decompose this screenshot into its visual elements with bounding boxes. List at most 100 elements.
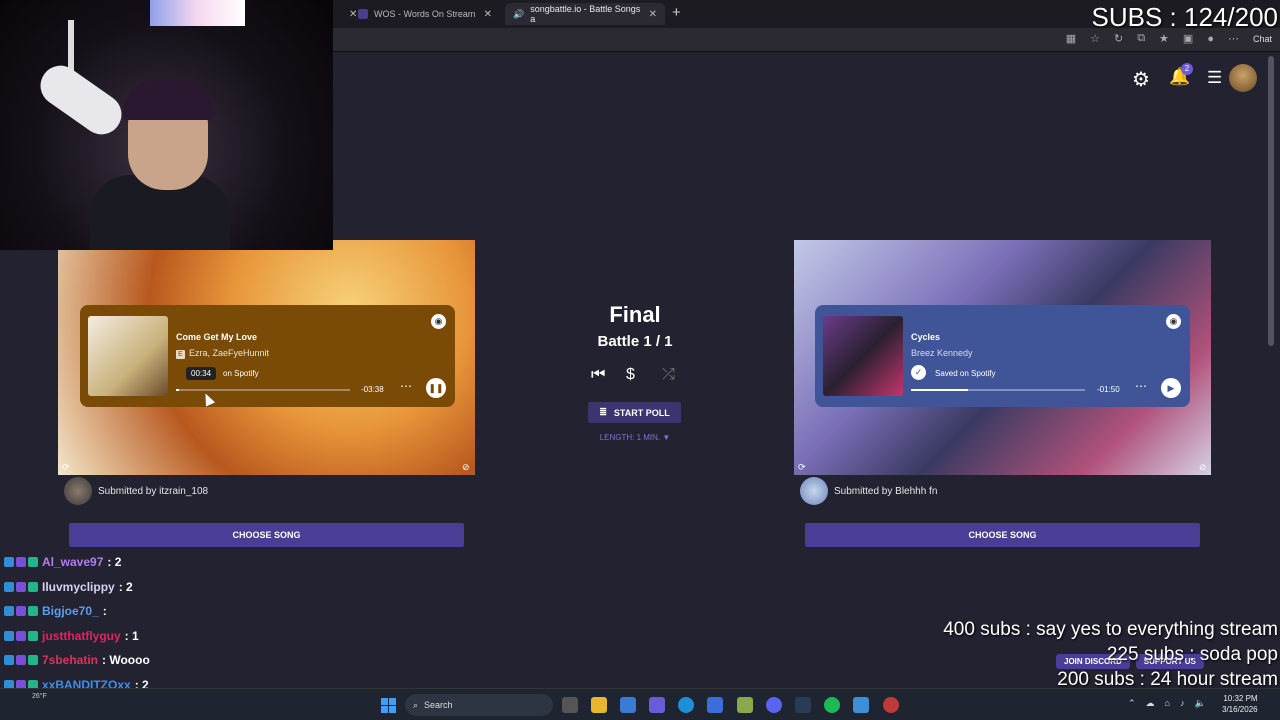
badge-icon (28, 655, 38, 666)
left-spotify-player: Come Get My Love E Ezra, ZaeFyeHunnit on … (80, 305, 455, 407)
right-submitted-by: Submitted by Blehhh fn (800, 477, 937, 505)
taskbar-search[interactable]: ⌕ Search (405, 694, 553, 716)
tab-wos[interactable]: WOS - Words On Stream ✕ (350, 3, 500, 25)
windows-start-icon[interactable] (381, 698, 396, 713)
badge-icon (4, 581, 14, 592)
copilot-icon[interactable] (620, 697, 636, 713)
more-icon[interactable]: ⋯ (1228, 32, 1239, 45)
steam-icon[interactable] (795, 697, 811, 713)
left-hide-icon[interactable]: ⊘ (462, 462, 470, 473)
app-icon[interactable] (737, 697, 753, 713)
right-progress-fill (911, 389, 969, 391)
reader-icon[interactable]: ▦ (1066, 32, 1076, 45)
chat-username[interactable]: Bigjoe70_ (42, 604, 99, 618)
poll-list-icon: ≣ (599, 407, 607, 417)
badge-icon (28, 557, 38, 568)
badge-icon (16, 557, 26, 568)
teams-icon[interactable] (649, 697, 665, 713)
explicit-badge: E (176, 350, 185, 359)
edge-icon[interactable] (678, 697, 694, 713)
weather-widget[interactable]: 26°F (32, 693, 47, 700)
network-icon[interactable]: ⌂ (1165, 698, 1170, 709)
chat-username[interactable]: 7sbehatin (42, 653, 98, 667)
favorites-icon[interactable]: ★ (1159, 32, 1169, 45)
obs-icon[interactable] (883, 697, 899, 713)
volume-icon[interactable]: 🔈 (1194, 698, 1205, 709)
task-view-icon[interactable] (562, 697, 578, 713)
spotify-logo-icon[interactable]: ◉ (1166, 314, 1181, 329)
chevron-up-icon[interactable]: ⌃ (1128, 698, 1136, 709)
new-tab-icon[interactable]: + (672, 4, 681, 21)
badge-icon (4, 630, 14, 641)
shuffle-icon[interactable]: ⤮ (662, 366, 675, 384)
page-scrollbar[interactable] (1268, 56, 1274, 346)
tab-label: songbattle.io - Battle Songs a (530, 4, 641, 24)
user-avatar[interactable] (1229, 64, 1257, 92)
left-song-title[interactable]: Come Get My Love (176, 332, 257, 342)
chat-message: Al_wave97 : 2 (4, 550, 150, 575)
previous-battle-icon[interactable]: ⏮ (591, 366, 605, 384)
right-more-options-icon[interactable]: ⋯ (1135, 379, 1147, 393)
left-submitted-by: Submitted by itzrain_108 (64, 477, 208, 505)
spotify-taskbar-icon[interactable] (824, 697, 840, 713)
close-tab-icon[interactable]: ✕ (484, 9, 492, 20)
sub-goal: 400 subs : say yes to everything stream (943, 619, 1278, 640)
badge-icon (4, 557, 14, 568)
discord-icon[interactable] (766, 697, 782, 713)
right-play-button[interactable]: ▶ (1161, 378, 1181, 398)
right-progress-track[interactable] (911, 389, 1085, 391)
spotify-logo-icon[interactable]: ◉ (431, 314, 446, 329)
right-choose-song-button[interactable]: CHOOSE SONG (805, 523, 1200, 547)
refresh-icon[interactable]: ↻ (1114, 32, 1123, 45)
badge-icon (28, 606, 38, 617)
notification-count-badge: 2 (1181, 63, 1193, 75)
onedrive-icon[interactable]: ☁ (1146, 698, 1155, 709)
left-refresh-icon[interactable]: ⟳ (62, 462, 70, 473)
battle-stage-title: Final (609, 302, 661, 327)
left-choose-song-button[interactable]: CHOOSE SONG (69, 523, 464, 547)
poll-length-select[interactable]: LENGTH: 1 MIN. ▼ (560, 433, 710, 442)
chat-text: : 2 (107, 555, 122, 570)
tab-songbattle[interactable]: 🔊 songbattle.io - Battle Songs a ✕ (505, 3, 665, 25)
right-song-title[interactable]: Cycles (911, 332, 940, 342)
left-progress-fill (176, 389, 180, 391)
right-song-artist[interactable]: Breez Kennedy (911, 348, 973, 358)
settings-gear-icon[interactable]: ⚙ (1132, 67, 1150, 92)
left-pause-button[interactable]: ❚❚ (426, 378, 446, 398)
chat-badges (4, 655, 38, 666)
favorite-star-icon[interactable]: ☆ (1090, 32, 1100, 45)
hamburger-menu-icon[interactable]: ☰ (1207, 68, 1222, 88)
badge-icon (16, 581, 26, 592)
windows-taskbar: 26°F ⌕ Search ⌃ ☁ ⌂ ♪ 🔈 10:32 PM 3/16/20… (0, 688, 1280, 720)
close-tab-icon[interactable]: ✕ (649, 9, 657, 20)
start-poll-button[interactable]: ≣ START POLL (588, 402, 681, 423)
microphone (32, 57, 130, 143)
right-hide-icon[interactable]: ⊘ (1199, 462, 1207, 473)
chat-username[interactable]: Iluvmyclippy (42, 580, 115, 594)
right-refresh-icon[interactable]: ⟳ (798, 462, 806, 473)
chat-username[interactable]: Al_wave97 (42, 555, 103, 569)
left-progress-track[interactable] (176, 389, 350, 391)
extensions-icon[interactable]: ⧉ (1137, 32, 1145, 45)
streamer-beanie (122, 80, 214, 120)
left-song-artist[interactable]: E Ezra, ZaeFyeHunnit (176, 348, 269, 359)
chat-message: justthatflyguy: 1 (4, 624, 150, 649)
store-icon[interactable] (707, 697, 723, 713)
tab-label: WOS - Words On Stream (374, 9, 476, 19)
profile-icon[interactable]: ● (1207, 33, 1214, 45)
chat-username[interactable]: justthatflyguy (42, 629, 121, 643)
collections-icon[interactable]: ▣ (1183, 32, 1193, 45)
left-more-options-icon[interactable]: ⋯ (400, 379, 412, 393)
photos-icon[interactable] (853, 697, 869, 713)
coin-icon[interactable]: $ (626, 366, 635, 384)
taskbar-clock[interactable]: 10:32 PM 3/16/2026 (1222, 693, 1258, 715)
mic-icon[interactable]: ♪ (1180, 698, 1185, 709)
system-tray[interactable]: ⌃ ☁ ⌂ ♪ 🔈 (1128, 698, 1206, 709)
saved-check-icon[interactable]: ✓ (911, 365, 926, 380)
artist-label: Ezra, ZaeFyeHunnit (189, 348, 270, 358)
copilot-chat-button[interactable]: Chat (1253, 34, 1272, 44)
webcam-background-monitor (150, 0, 245, 26)
file-explorer-icon[interactable] (591, 697, 607, 713)
chat-text: : 2 (118, 579, 133, 594)
webcam-overlay (0, 0, 333, 250)
